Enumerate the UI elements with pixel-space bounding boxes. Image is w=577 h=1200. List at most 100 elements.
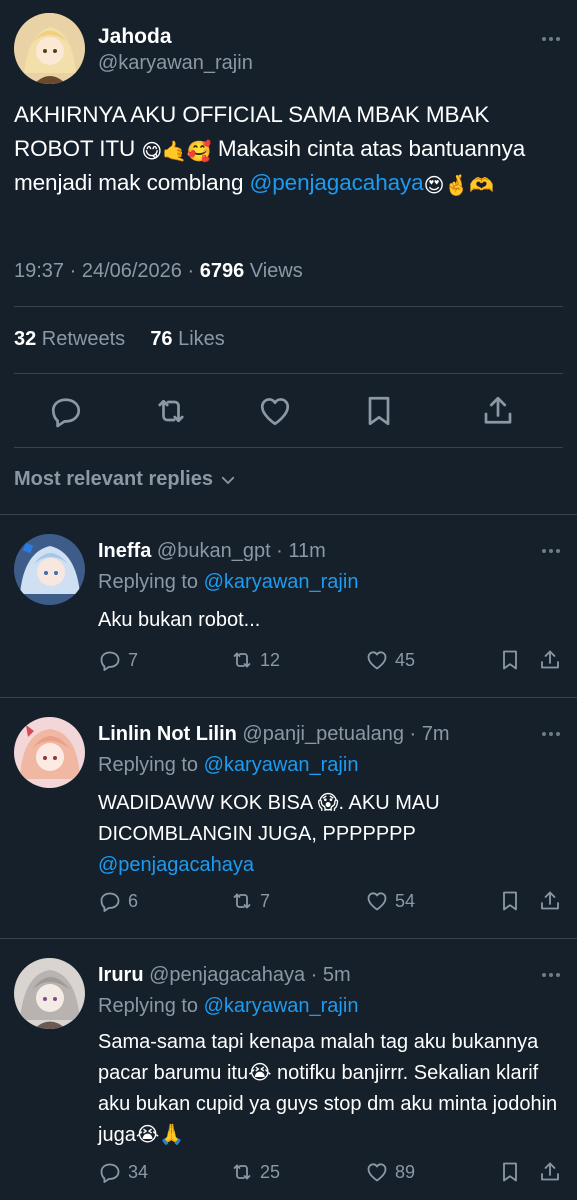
heart-icon [367, 1163, 387, 1182]
bookmark-button[interactable] [498, 1160, 522, 1184]
more-icon[interactable] [542, 549, 560, 553]
reply-author-name[interactable]: Ineffa [98, 540, 151, 562]
sort-replies-dropdown[interactable]: Most relevant replies [14, 468, 237, 491]
replying-to: Replying to @karyawan_rajin [98, 754, 358, 777]
reply-header: Linlin Not Lilin @panji_petualang · 7m [98, 723, 450, 746]
reply-author-name[interactable]: Linlin Not Lilin [98, 723, 237, 745]
avatar[interactable] [14, 958, 85, 1029]
divider [14, 447, 563, 448]
reply-count: 7 [128, 649, 139, 670]
share-button[interactable] [538, 1160, 562, 1184]
tweet-actions [0, 393, 577, 429]
like-button[interactable]: 45 [365, 648, 415, 672]
reply-actions: 6 7 54 [0, 889, 577, 915]
tweet-emoji-1: 😋🤙🥰 [141, 141, 212, 163]
reply-icon [100, 651, 120, 671]
reply-header: Iruru @penjagacahaya · 5m [98, 964, 351, 987]
reply-actions: 34 25 89 [0, 1160, 577, 1186]
reply-author-handle[interactable]: @panji_petualang · 7m [242, 723, 449, 745]
share-button[interactable] [538, 889, 562, 913]
more-icon[interactable] [542, 732, 560, 736]
heart-icon[interactable] [257, 393, 293, 429]
tweet-time[interactable]: 19:37 · 24/06/2026 · [14, 260, 200, 282]
avatar[interactable] [14, 13, 85, 84]
bookmark-icon [503, 1162, 517, 1182]
reply-icon [100, 892, 120, 912]
reply-header: Ineffa @bukan_gpt · 11m [98, 540, 326, 563]
reply-icon [100, 1163, 120, 1183]
replying-prefix: Replying to [98, 571, 204, 593]
more-icon[interactable] [542, 973, 560, 977]
like-count: 54 [395, 890, 416, 911]
retweet-count: 7 [260, 890, 271, 911]
like-count: 89 [395, 1161, 416, 1182]
reply-actions: 7 12 45 [0, 648, 577, 674]
replying-mention[interactable]: @karyawan_rajin [204, 754, 359, 776]
reply-text-content: Aku bukan robot... [98, 609, 261, 631]
replying-to: Replying to @karyawan_rajin [98, 995, 358, 1018]
views-count: 6796 [199, 260, 245, 282]
retweet-icon [233, 652, 251, 668]
retweet-button[interactable]: 12 [230, 648, 280, 672]
replying-mention[interactable]: @karyawan_rajin [204, 995, 359, 1017]
bookmark-icon[interactable] [361, 393, 397, 429]
reply-text-mention[interactable]: @penjagacahaya [98, 854, 254, 876]
reply-count: 34 [128, 1161, 149, 1182]
tweet-text: AKHIRNYA AKU OFFICIAL SAMA MBAK MBAK ROB… [14, 98, 554, 200]
retweets-label: Retweets [36, 328, 126, 350]
like-button[interactable]: 89 [365, 1160, 415, 1184]
likes-count: 76 [150, 328, 173, 350]
replying-to: Replying to @karyawan_rajin [98, 571, 358, 594]
reply-icon[interactable] [48, 393, 84, 429]
more-icon[interactable] [542, 37, 560, 41]
retweet-icon[interactable] [153, 393, 189, 429]
reply-button[interactable]: 7 [98, 648, 138, 672]
share-button[interactable] [538, 648, 562, 672]
likes-stat[interactable]: 76 Likes [150, 328, 225, 350]
tweet-mention[interactable]: @penjagacahaya [250, 170, 424, 195]
reply-text-content: WADIDAWW KOK BISA 😱. AKU MAU DICOMBLANGI… [98, 792, 440, 845]
share-icon [541, 650, 559, 669]
reply-author-name[interactable]: Iruru [98, 964, 144, 986]
retweet-button[interactable]: 25 [230, 1160, 280, 1184]
likes-label: Likes [172, 328, 225, 350]
like-button[interactable]: 54 [365, 889, 415, 913]
heart-icon [367, 651, 387, 670]
reply-author-handle[interactable]: @penjagacahaya · 5m [149, 964, 351, 986]
retweet-count: 25 [260, 1161, 281, 1182]
replying-prefix: Replying to [98, 995, 204, 1017]
reply-text: WADIDAWW KOK BISA 😱. AKU MAU DICOMBLANGI… [98, 788, 518, 881]
author-handle[interactable]: @karyawan_rajin [98, 52, 253, 75]
retweets-stat[interactable]: 32 Retweets [14, 328, 125, 350]
bookmark-icon [503, 891, 517, 911]
reply-count: 6 [128, 890, 139, 911]
avatar[interactable] [14, 534, 85, 605]
bookmark-icon [503, 650, 517, 670]
share-icon [541, 891, 559, 910]
divider [14, 306, 563, 307]
reply-text-content: Sama-sama tapi kenapa malah tag aku buka… [98, 1031, 558, 1146]
tweet-meta: 19:37 · 24/06/2026 · 6796 Views [14, 260, 303, 283]
author-name[interactable]: Jahoda [98, 25, 172, 49]
share-icon[interactable] [480, 393, 516, 429]
reply-button[interactable]: 6 [98, 889, 138, 913]
sort-label: Most relevant replies [14, 468, 213, 490]
bookmark-button[interactable] [498, 648, 522, 672]
bookmark-button[interactable] [498, 889, 522, 913]
retweet-button[interactable]: 7 [230, 889, 270, 913]
reply-tweet[interactable]: Ineffa @bukan_gpt · 11m Replying to @kar… [0, 514, 577, 697]
reply-button[interactable]: 34 [98, 1160, 148, 1184]
retweet-icon [233, 1164, 251, 1180]
chevron-down-icon [221, 476, 235, 484]
share-icon [541, 1162, 559, 1181]
retweet-icon [233, 893, 251, 909]
avatar[interactable] [14, 717, 85, 788]
replying-mention[interactable]: @karyawan_rajin [204, 571, 359, 593]
retweet-count: 12 [260, 649, 281, 670]
divider [14, 373, 563, 374]
replying-prefix: Replying to [98, 754, 204, 776]
reply-author-handle[interactable]: @bukan_gpt · 11m [157, 540, 326, 562]
reply-tweet[interactable]: Linlin Not Lilin @panji_petualang · 7m R… [0, 697, 577, 938]
heart-icon [367, 892, 387, 911]
reply-tweet[interactable]: Iruru @penjagacahaya · 5m Replying to @k… [0, 938, 577, 1200]
